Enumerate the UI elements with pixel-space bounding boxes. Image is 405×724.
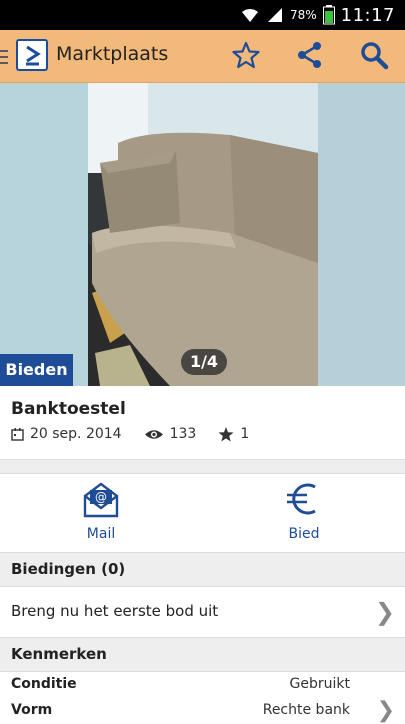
wifi-icon [241,8,258,22]
app-bar: Marktplaats [0,30,405,83]
chevron-right-icon: ❯ [376,698,395,723]
euro-icon [287,483,316,515]
feature-value: Rechte bank [262,702,350,718]
status-bar: 78% 11:17 [0,0,405,30]
drawer-icon[interactable] [0,50,8,64]
battery-percent: 78% [289,8,317,22]
item-meta: 20 sep. 2014 133 1 [11,426,271,442]
signal-icon [267,8,282,22]
svg-text:@: @ [95,490,107,504]
app-logo[interactable] [16,39,48,71]
battery-icon [322,5,335,25]
favorite-count: 1 [240,426,250,442]
share-icon[interactable] [295,40,325,70]
feature-value: Gebruikt [289,676,350,692]
marktplaats-logo-icon [26,45,41,66]
calendar-icon [11,427,24,441]
item-title: Banktoestel [11,399,126,419]
star-icon[interactable] [231,40,261,70]
sofa-image [0,83,405,386]
bid-button[interactable]: Bied [203,480,405,550]
search-icon[interactable] [359,40,389,70]
feature-key: Vorm [11,702,53,718]
photo-counter: 1/4 [181,349,227,375]
product-photo[interactable] [0,83,405,386]
star-small-icon [218,426,234,441]
clock: 11:17 [340,4,395,26]
divider [0,459,405,474]
feature-row-conditie: Conditie Gebruikt [0,672,405,698]
feature-row-vorm[interactable]: Vorm Rechte bank ❯ [0,698,405,724]
bids-header: Biedingen (0) [0,552,405,587]
eye-icon [144,429,163,439]
first-bid-link[interactable]: Breng nu het eerste bod uit ❯ [0,586,405,636]
bid-tag[interactable]: Bieden [0,354,73,386]
chevron-right-icon: ❯ [374,598,395,626]
mail-button[interactable]: @ Mail [0,480,202,550]
features-header: Kenmerken [0,637,405,672]
features-title: Kenmerken [11,645,107,663]
feature-key: Conditie [11,676,77,692]
item-date: 20 sep. 2014 [30,426,122,442]
view-count: 133 [169,426,197,442]
first-bid-text: Breng nu het eerste bod uit [11,602,219,620]
bids-title: Biedingen (0) [11,560,126,578]
app-title: Marktplaats [56,43,169,65]
mail-icon: @ [83,482,119,518]
mail-label: Mail [86,526,116,542]
bid-label: Bied [288,526,320,542]
